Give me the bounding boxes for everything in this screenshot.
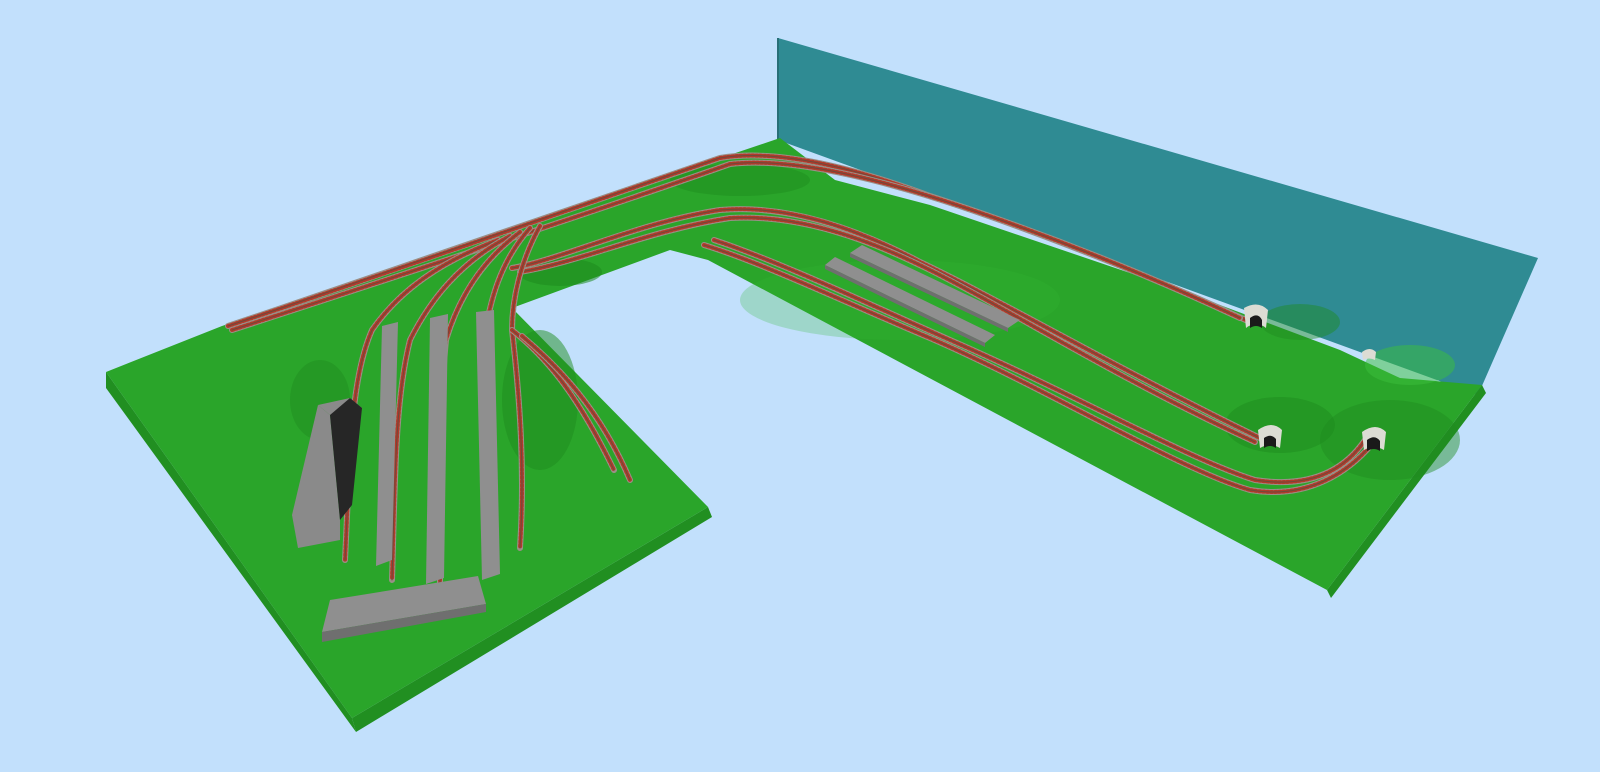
tunnel-portal-lower bbox=[1362, 427, 1386, 451]
layout-scene bbox=[0, 0, 1600, 772]
tunnel-portal-upper bbox=[1244, 304, 1268, 328]
tunnel-portal-back bbox=[1362, 349, 1376, 360]
tunnel-portal-middle bbox=[1258, 425, 1282, 448]
